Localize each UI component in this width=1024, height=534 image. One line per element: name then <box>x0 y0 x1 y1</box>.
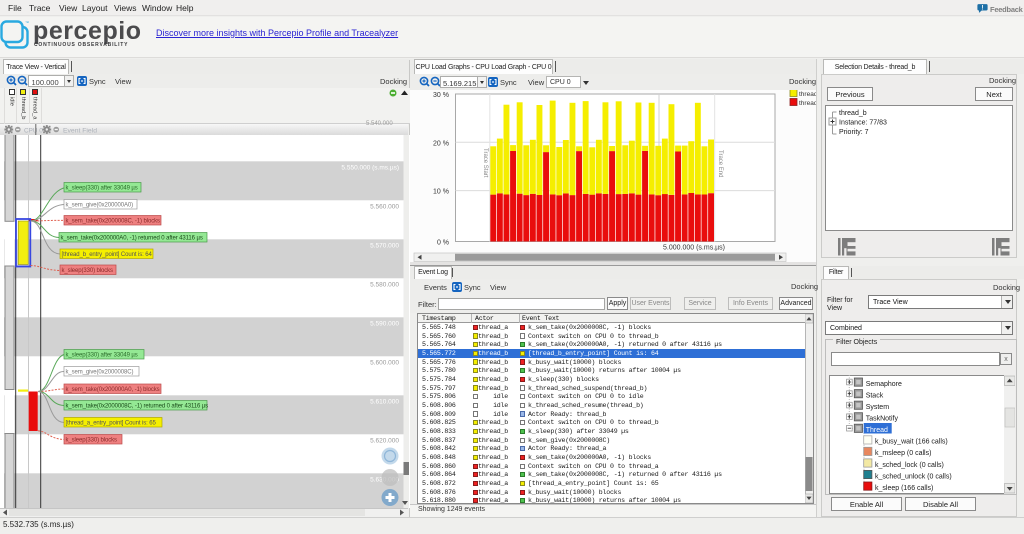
svg-text:Thread: Thread <box>865 427 887 434</box>
svg-text:k_sched_unlock (0 calls): k_sched_unlock (0 calls) <box>875 473 952 480</box>
svg-text:k_sched_lock (0 calls): k_sched_lock (0 calls) <box>875 461 944 468</box>
svg-text:5.550.000 (s.ms.µs): 5.550.000 (s.ms.µs) <box>341 164 399 171</box>
svg-text:!: ! <box>981 5 983 12</box>
svg-text:k_sleep(330) blocks: k_sleep(330) blocks <box>66 438 118 444</box>
svg-text:thread_b: thread_b <box>839 110 867 117</box>
svg-text:TaskNotify: TaskNotify <box>865 415 898 422</box>
svg-text:k_sem_take(0x200000A0, -1) blo: k_sem_take(0x200000A0, -1) blocks <box>66 387 160 393</box>
svg-text:Instance: 77/83: Instance: 77/83 <box>839 120 887 127</box>
svg-text:k_sleep(330) after 33049 µs: k_sleep(330) after 33049 µs <box>66 186 138 192</box>
svg-text:k_msleep (0 calls): k_msleep (0 calls) <box>875 450 931 457</box>
svg-text:[thread_b_entry_point] Count i: [thread_b_entry_point] Count is: 64 <box>62 252 153 258</box>
svg-text:k_sem_give(0x200000A0): k_sem_give(0x200000A0) <box>66 203 134 209</box>
svg-text:thread_b: thread_b <box>799 91 816 98</box>
svg-text:Trace Start: Trace Start <box>482 148 488 178</box>
svg-text:5.580.000: 5.580.000 <box>370 281 399 288</box>
svg-text:Event Field: Event Field <box>63 127 97 134</box>
svg-text:5.560.000: 5.560.000 <box>370 203 399 210</box>
svg-text:Stack: Stack <box>865 392 883 399</box>
svg-text:k_sem_give(0x2000008C): k_sem_give(0x2000008C) <box>66 370 134 376</box>
svg-text:5.000.000 (s.ms.µs): 5.000.000 (s.ms.µs) <box>663 245 725 252</box>
svg-text:30 %: 30 % <box>433 92 449 99</box>
svg-text:™: ™ <box>25 20 29 25</box>
svg-text:System: System <box>865 404 889 411</box>
svg-text:5.570.000: 5.570.000 <box>370 242 399 249</box>
svg-text:k_sem_take(0x2000008C, -1) blo: k_sem_take(0x2000008C, -1) blocks <box>66 219 161 225</box>
svg-text:5.600.000: 5.600.000 <box>370 359 399 366</box>
svg-text:k_sleep(330) after 33049 µs: k_sleep(330) after 33049 µs <box>66 353 138 359</box>
svg-text:[thread_a_entry_point] Count i: [thread_a_entry_point] Count is: 65 <box>66 421 157 427</box>
svg-text:k_sem_take(0x200000A0, -1) ret: k_sem_take(0x200000A0, -1) returned 0 af… <box>61 236 203 242</box>
svg-text:0 %: 0 % <box>437 240 449 247</box>
svg-text:5.590.000: 5.590.000 <box>370 320 399 327</box>
svg-text:k_busy_wait (166 calls): k_busy_wait (166 calls) <box>875 438 948 445</box>
svg-text:k_sleep(330) blocks: k_sleep(330) blocks <box>62 268 114 274</box>
svg-text:20 %: 20 % <box>433 140 449 147</box>
svg-text:k_sem_take(0x2000008C, -1) ret: k_sem_take(0x2000008C, -1) returned 0 af… <box>66 404 209 410</box>
svg-text:k_sleep (166 calls): k_sleep (166 calls) <box>875 484 933 491</box>
svg-text:CPU 0: CPU 0 <box>24 127 43 134</box>
svg-text:5.610.000: 5.610.000 <box>370 398 399 405</box>
svg-text:thread_a: thread_a <box>799 100 816 107</box>
svg-text:Priority: 7: Priority: 7 <box>839 129 869 136</box>
svg-text:5.620.000: 5.620.000 <box>370 437 399 444</box>
svg-text:10 %: 10 % <box>433 189 449 196</box>
svg-text:Trace End: Trace End <box>717 150 723 177</box>
svg-text:Semaphore: Semaphore <box>865 380 901 387</box>
